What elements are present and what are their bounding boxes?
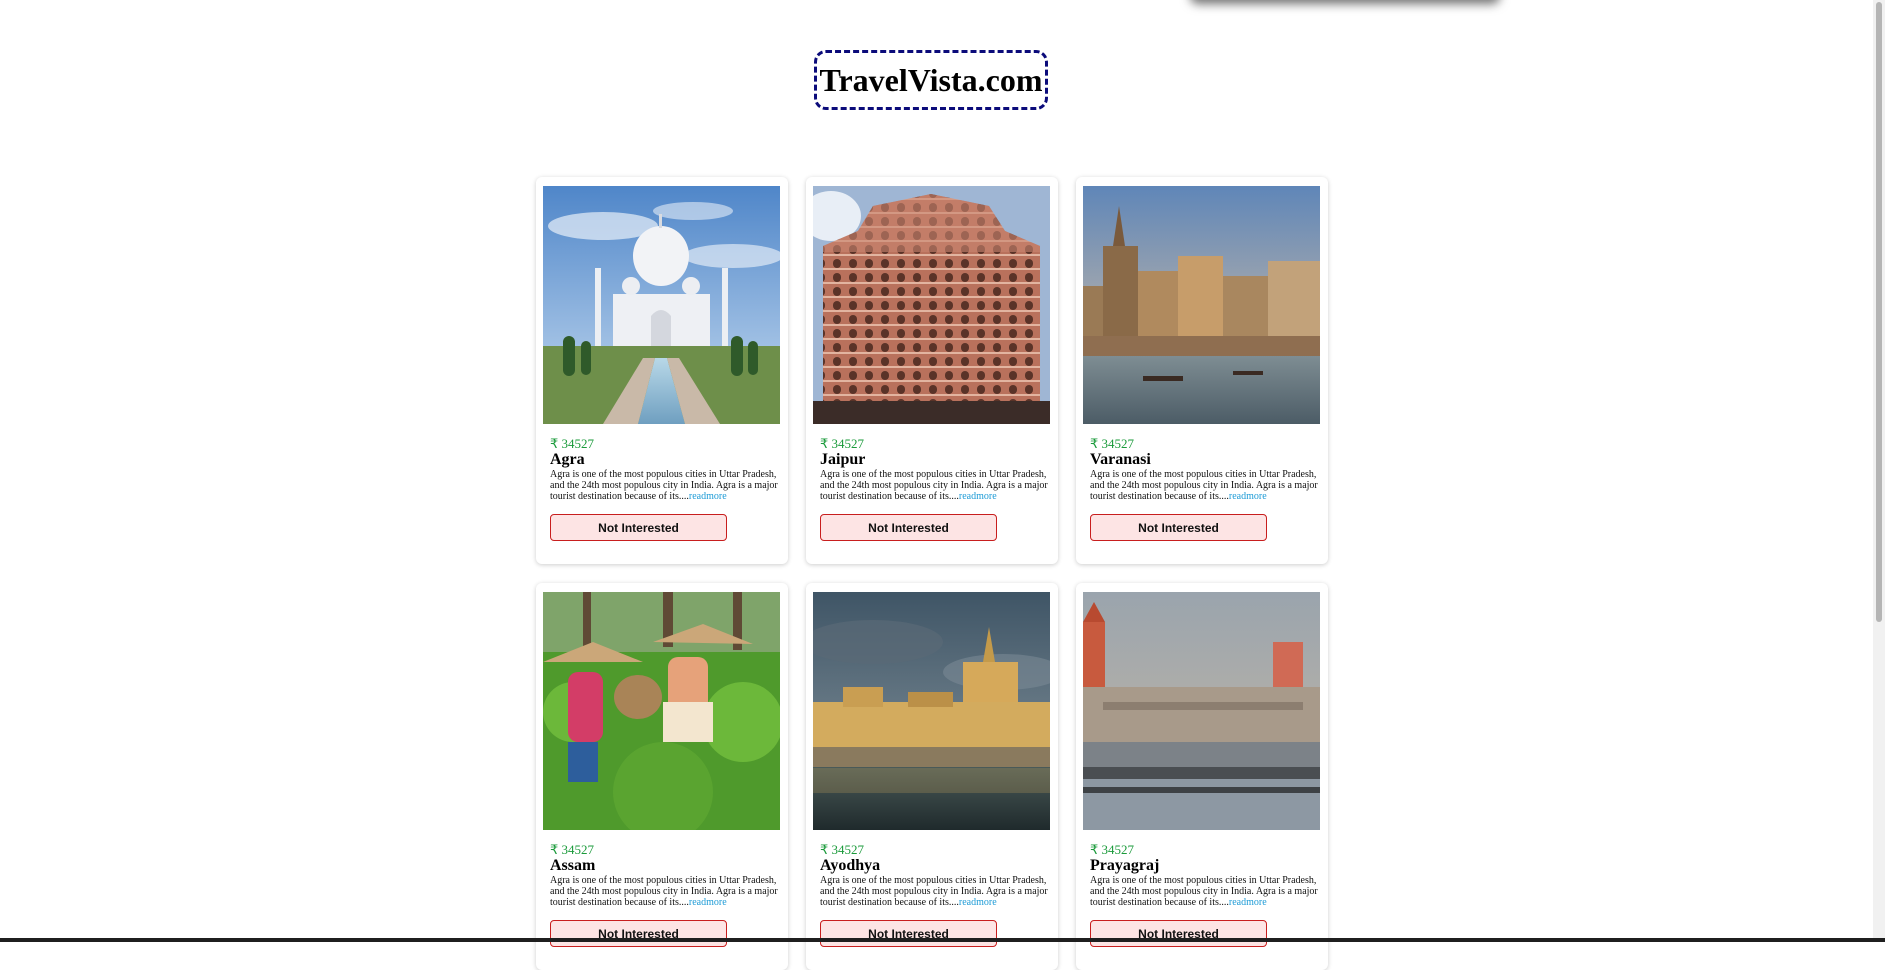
destination-card-ayodhya: ₹ 34527 Ayodhya Agra is one of the most … xyxy=(806,583,1058,970)
not-interested-button[interactable]: Not Interested xyxy=(550,920,727,947)
readmore-link[interactable]: readmore xyxy=(1229,491,1267,502)
destination-name: Ayodhya xyxy=(820,857,881,874)
site-logo[interactable]: TravelVista.com xyxy=(814,50,1048,110)
price-label: ₹ 34527 xyxy=(550,436,595,451)
destination-photo-jaipur xyxy=(813,186,1050,424)
vertical-scrollbar[interactable] xyxy=(1873,0,1885,942)
destination-name: Assam xyxy=(550,857,596,874)
destination-card-jaipur: ₹ 34527 Jaipur Agra is one of the most p… xyxy=(806,177,1058,564)
destination-name: Agra xyxy=(550,451,585,468)
readmore-link[interactable]: readmore xyxy=(959,897,997,908)
price-label: ₹ 34527 xyxy=(1090,842,1135,857)
destination-description: Agra is one of the most populous cities … xyxy=(550,469,778,502)
price-label: ₹ 34527 xyxy=(550,842,595,857)
destination-photo-prayagraj xyxy=(1083,592,1320,830)
bottom-edge-bar xyxy=(0,938,1885,942)
not-interested-button[interactable]: Not Interested xyxy=(1090,920,1267,947)
destination-description: Agra is one of the most populous cities … xyxy=(1090,469,1318,502)
price-label: ₹ 34527 xyxy=(1090,436,1135,451)
not-interested-button[interactable]: Not Interested xyxy=(820,920,997,947)
destination-card-varanasi: ₹ 34527 Varanasi Agra is one of the most… xyxy=(1076,177,1328,564)
destination-photo-ayodhya xyxy=(813,592,1050,830)
destination-description: Agra is one of the most populous cities … xyxy=(550,875,778,908)
destination-grid: ₹ 34527 Agra Agra is one of the most pop… xyxy=(536,177,1328,970)
destination-name: Prayagraj xyxy=(1090,857,1160,874)
destination-name: Jaipur xyxy=(820,451,866,468)
price-label: ₹ 34527 xyxy=(820,842,865,857)
destination-photo-varanasi xyxy=(1083,186,1320,424)
destination-photo-agra xyxy=(543,186,780,424)
readmore-link[interactable]: readmore xyxy=(959,491,997,502)
scrollbar-thumb[interactable] xyxy=(1876,2,1882,622)
destination-name: Varanasi xyxy=(1090,451,1151,468)
destination-description: Agra is one of the most populous cities … xyxy=(1090,875,1318,908)
destination-description: Agra is one of the most populous cities … xyxy=(820,469,1048,502)
readmore-link[interactable]: readmore xyxy=(689,491,727,502)
destination-card-agra: ₹ 34527 Agra Agra is one of the most pop… xyxy=(536,177,788,564)
site-title: TravelVista.com xyxy=(819,61,1043,98)
destination-photo-assam xyxy=(543,592,780,830)
destination-card-prayagraj: ₹ 34527 Prayagraj Agra is one of the mos… xyxy=(1076,583,1328,970)
not-interested-button[interactable]: Not Interested xyxy=(550,514,727,541)
price-label: ₹ 34527 xyxy=(820,436,865,451)
not-interested-button[interactable]: Not Interested xyxy=(820,514,997,541)
destination-card-assam: ₹ 34527 Assam Agra is one of the most po… xyxy=(536,583,788,970)
not-interested-button[interactable]: Not Interested xyxy=(1090,514,1267,541)
destination-description: Agra is one of the most populous cities … xyxy=(820,875,1048,908)
readmore-link[interactable]: readmore xyxy=(689,897,727,908)
readmore-link[interactable]: readmore xyxy=(1229,897,1267,908)
